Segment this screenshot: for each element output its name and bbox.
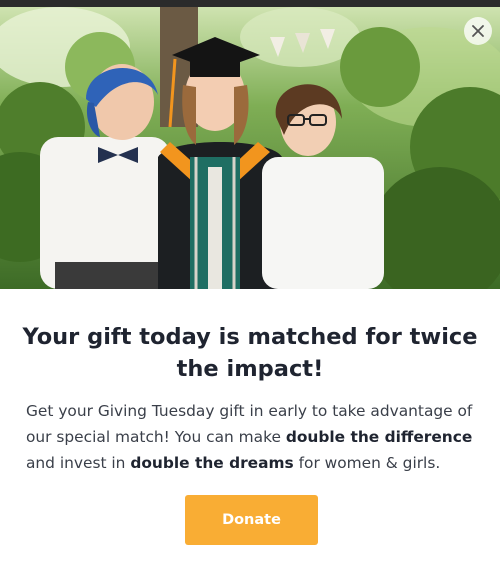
close-button[interactable]	[464, 17, 492, 45]
body-text-bold2: double the dreams	[130, 454, 294, 472]
hero-image	[0, 7, 500, 289]
modal-content: Your gift today is matched for twice the…	[0, 289, 500, 570]
headline: Your gift today is matched for twice the…	[22, 324, 478, 382]
donate-button[interactable]: Donate	[185, 495, 318, 545]
body-text: Get your Giving Tuesday gift in early to…	[26, 398, 482, 476]
body-text-part3: for women & girls.	[293, 454, 441, 472]
body-text-bold1: double the difference	[285, 428, 473, 446]
donation-modal: Your gift today is matched for twice the…	[0, 7, 500, 570]
body-text-part2: and invest in	[26, 454, 131, 472]
close-icon	[472, 25, 484, 37]
